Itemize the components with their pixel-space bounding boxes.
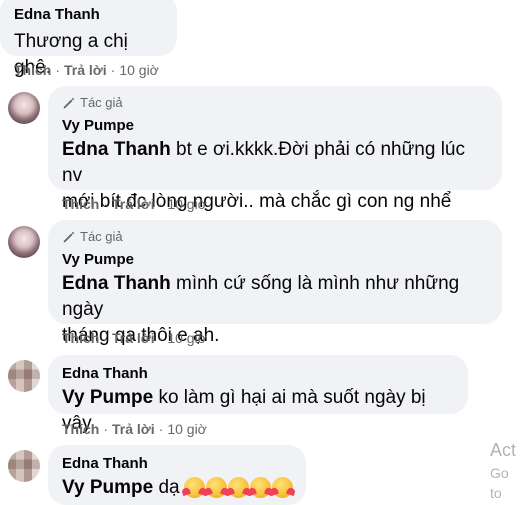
comment-bubble: Tác giả Vy Pumpe Edna Thanh mình cứ sống… <box>48 220 502 346</box>
pencil-icon <box>63 231 75 243</box>
comment-bubble: Tác giả Vy Pumpe Edna Thanh bt e ơi.kkkk… <box>48 86 502 212</box>
emoji-row <box>183 477 293 499</box>
author-badge-label: Tác giả <box>80 95 123 110</box>
pencil-icon <box>63 97 75 109</box>
separator: · <box>110 62 116 78</box>
like-link[interactable]: Thích <box>62 421 99 437</box>
separator: · <box>103 330 109 346</box>
like-link[interactable]: Thích <box>62 196 99 212</box>
mention-link[interactable]: Edna Thanh <box>62 273 171 294</box>
mention-link[interactable]: Vy Pumpe <box>62 387 153 408</box>
separator: · <box>55 62 61 78</box>
smiling-face-with-hearts-icon <box>271 477 293 499</box>
author-badge: Tác giả <box>62 95 490 111</box>
avatar[interactable] <box>8 360 40 392</box>
author-badge-label: Tác giả <box>80 229 123 244</box>
timestamp[interactable]: 10 giờ <box>167 196 207 212</box>
like-link[interactable]: Thích <box>14 62 51 78</box>
comment-author[interactable]: Vy Pumpe <box>62 251 490 269</box>
separator: · <box>158 196 164 212</box>
smiling-face-with-hearts-icon <box>227 477 249 499</box>
separator: · <box>103 196 109 212</box>
like-link[interactable]: Thích <box>62 330 99 346</box>
smiling-face-with-hearts-icon <box>183 477 205 499</box>
activation-watermark-title: Act <box>490 440 517 460</box>
comment-bubble: Edna Thanh Thương a chị ghê. <box>0 0 177 78</box>
comment-thread: Edna Thanh Thương a chị ghê. Thích · Trả l… <box>0 0 520 505</box>
timestamp[interactable]: 10 giờ <box>119 62 159 78</box>
comment-author[interactable]: Edna Thanh <box>62 365 456 383</box>
mention-link[interactable]: Vy Pumpe <box>62 477 153 498</box>
avatar[interactable] <box>8 226 40 258</box>
avatar[interactable] <box>8 450 40 482</box>
separator: · <box>158 330 164 346</box>
separator: · <box>103 421 109 437</box>
comment-text: Vy Pumpe dạ <box>62 475 294 501</box>
comment-actions: Thích · Trả lời · 10 giờ <box>62 420 207 438</box>
timestamp[interactable]: 10 giờ <box>167 330 207 346</box>
timestamp[interactable]: 10 giờ <box>167 421 207 437</box>
comment-bubble: Edna Thanh Vy Pumpe ko làm gì hại ai mà … <box>48 355 468 434</box>
comment-actions: Thích · Trả lời · 10 giờ <box>62 329 207 347</box>
comment-text-body: dạ <box>153 477 180 498</box>
avatar[interactable] <box>8 92 40 124</box>
separator: · <box>158 421 164 437</box>
comment-bubble: Edna Thanh Vy Pumpe dạ <box>48 445 306 505</box>
author-badge: Tác giả <box>62 229 490 245</box>
reply-link[interactable]: Trả lời <box>64 62 107 78</box>
comment-actions: Thích · Trả lời · 10 giờ <box>62 195 207 213</box>
comment-author[interactable]: Edna Thanh <box>62 455 294 473</box>
reply-link[interactable]: Trả lời <box>112 421 155 437</box>
activation-watermark-subtitle: Go to <box>490 465 509 501</box>
smiling-face-with-hearts-icon <box>249 477 271 499</box>
reply-link[interactable]: Trả lời <box>112 330 155 346</box>
smiling-face-with-hearts-icon <box>205 477 227 499</box>
mention-link[interactable]: Edna Thanh <box>62 139 171 160</box>
reply-link[interactable]: Trả lời <box>112 196 155 212</box>
comment-actions: Thích · Trả lời · 10 giờ <box>14 61 159 79</box>
comment-author[interactable]: Edna Thanh <box>14 6 165 24</box>
comment-author[interactable]: Vy Pumpe <box>62 117 490 135</box>
